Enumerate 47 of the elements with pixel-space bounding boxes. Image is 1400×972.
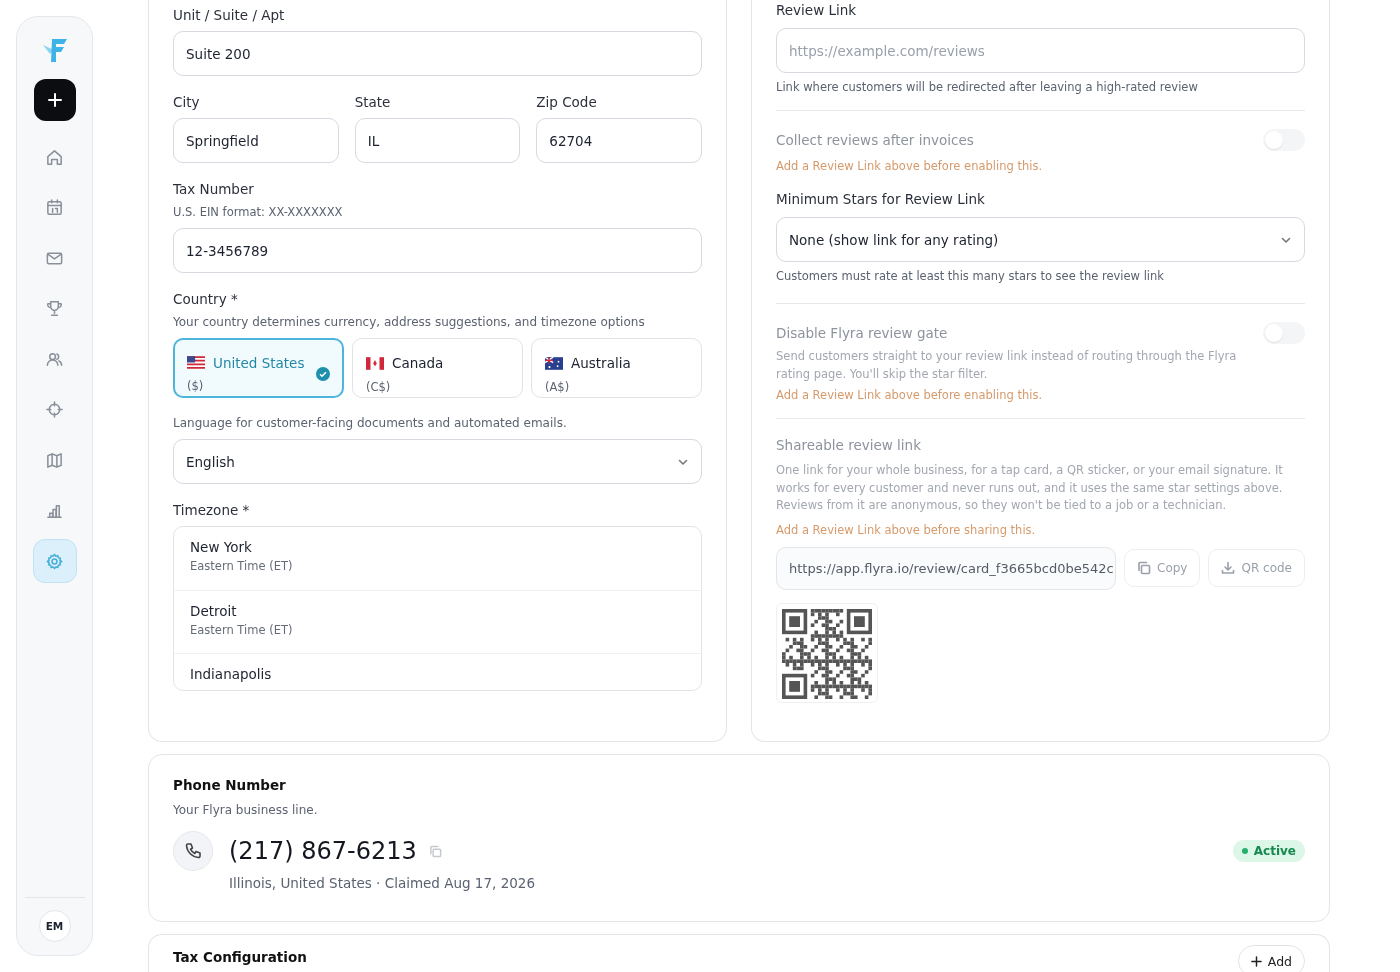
field-label: Zip Code <box>536 94 598 110</box>
field-label: Country * <box>173 291 239 307</box>
field-label: State <box>354 94 392 110</box>
add-button[interactable]: Add <box>1237 945 1305 972</box>
stars-select[interactable]: None (show link for any rating) <box>776 217 1305 262</box>
section-description: One link for your whole business, for a tap card, a QR sticker, or your email signature. It works for every customer and never runs out, and it uses the same star settings above. Reviews from it are anonymous, so they won't be tied to a job or a technician. <box>776 462 1284 514</box>
country-option[interactable]: United States ($) <box>173 338 344 398</box>
field-label: Tax Number <box>173 181 255 197</box>
field-hint: Your country determines currency, address suggestions, and timezone options <box>173 315 646 329</box>
section-label: Shareable review link <box>776 437 922 453</box>
card-subtitle: Your Flyra business line. <box>173 803 319 817</box>
input-field[interactable]: Suite 200 <box>173 31 702 76</box>
timezone-option[interactable]: New York <box>190 539 685 555</box>
card-title: Tax Configuration <box>173 949 307 965</box>
warning-text: Add a Review Link above before enabling this. <box>776 388 1044 402</box>
timezone-option[interactable]: Detroit <box>190 602 685 619</box>
field-hint: Link where customers will be redirected after leaving a high-rated review <box>776 80 1199 94</box>
country-option[interactable]: Canada (C$) <box>352 338 523 398</box>
status-badge: Active <box>1232 840 1305 862</box>
phone-details: Illinois, United States · Claimed Aug 17, 2026 <box>229 875 536 891</box>
setting-label: Collect reviews after invoices <box>776 132 974 148</box>
country-option[interactable]: Australia (A$) <box>531 338 702 398</box>
field-label: Review Link <box>776 2 858 18</box>
field-label: Timezone * <box>173 502 251 518</box>
phone-number: (217) 867-6213 <box>229 837 417 865</box>
language-select[interactable]: English <box>173 439 702 484</box>
field-hint: Language for customer-facing documents and automated emails. <box>173 416 568 430</box>
timezone-option[interactable]: Indianapolis <box>190 666 685 682</box>
input-field[interactable]: 62704 <box>536 118 702 163</box>
input-field[interactable]: https://example.com/reviews <box>776 28 1305 73</box>
warning-text: Add a Review Link above before enabling this. <box>776 159 1044 173</box>
field-label: City <box>173 94 201 110</box>
field-label: Unit / Suite / Apt <box>173 7 286 23</box>
field-hint: U.S. EIN format: XX-XXXXXXX <box>173 205 344 219</box>
input-field[interactable]: 12-3456789 <box>173 228 702 273</box>
field-label: Minimum Stars for Review Link <box>776 191 986 207</box>
field-hint: Customers must rate at least this many stars to see the review link <box>776 269 1165 283</box>
timezone-name: Eastern Time (ET) <box>190 559 294 573</box>
user-avatar[interactable]: EM <box>38 910 71 942</box>
setting-label: Disable Flyra review gate <box>776 325 948 341</box>
share-url-field[interactable]: https://app.flyra.io/review/card_f3665bcd0be542c <box>776 546 1116 590</box>
input-field[interactable]: IL <box>354 118 521 163</box>
setting-description: Send customers straight to your review link instead of routing through the Flyra rating page. You'll skip the star filter. <box>776 348 1238 383</box>
warning-text: Add a Review Link above before sharing this. <box>776 522 1037 537</box>
timezone-name: Eastern Time (ET) <box>190 622 294 637</box>
input-field[interactable]: Springfield <box>173 118 339 163</box>
card-title: Phone Number <box>173 777 287 793</box>
